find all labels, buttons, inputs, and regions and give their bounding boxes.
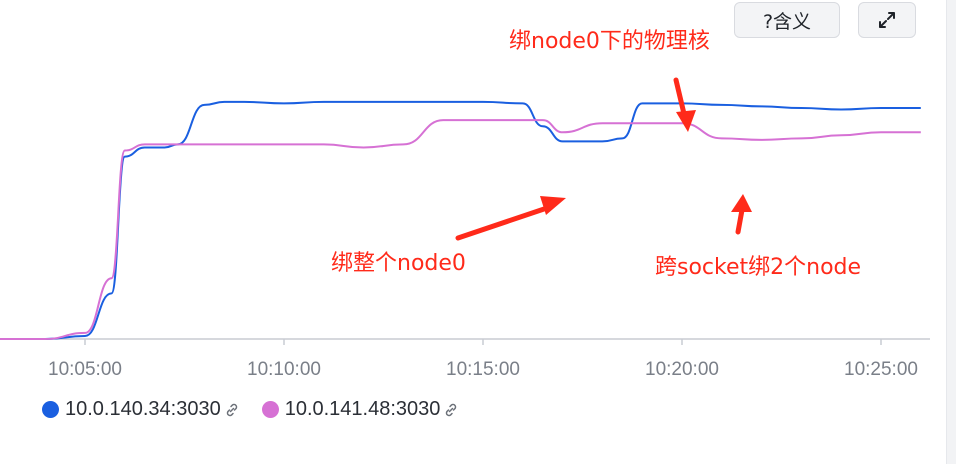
legend-item-series-2[interactable]: 10.0.141.48:3030: [261, 398, 460, 421]
annotation-top: 绑node0下的物理核: [509, 29, 710, 54]
legend-label-series-2: 10.0.141.48:3030: [284, 398, 441, 420]
chart-card: ?含义 10:05:00 10:10:00 10:15:00 10:20:00 10:2…: [0, 0, 947, 464]
arrow-middle-head: [540, 196, 566, 215]
annotation-right: 跨socket绑2个node: [655, 255, 861, 280]
link-icon[interactable]: [443, 402, 459, 418]
legend-dot-series-1: [42, 401, 59, 418]
x-tick-label: 10:05:00: [48, 359, 122, 380]
x-tick-label: 10:10:00: [247, 359, 321, 380]
x-tick-label: 10:25:00: [844, 359, 918, 380]
arrow-right-head: [731, 194, 752, 212]
arrow-right: [735, 207, 745, 235]
annotation-middle: 绑整个node0: [331, 251, 466, 276]
series-line-1[interactable]: [0, 100, 921, 340]
x-axis-ticks: 10:05:00 10:10:00 10:15:00 10:20:00 10:25:00: [48, 339, 918, 380]
series-layer: [0, 100, 921, 340]
series-line-2[interactable]: [0, 119, 921, 340]
arrow-middle: [455, 204, 553, 241]
arrow-top-head: [676, 110, 696, 132]
legend: 10.0.140.34:3030 10.0.141.48:3030: [42, 398, 481, 421]
legend-item-series-1[interactable]: 10.0.140.34:3030: [42, 398, 240, 421]
link-icon[interactable]: [224, 402, 240, 418]
legend-label-series-1: 10.0.140.34:3030: [65, 398, 221, 420]
line-chart: 10:05:00 10:10:00 10:15:00 10:20:00 10:25:00…: [0, 29, 930, 380]
x-tick-label: 10:20:00: [645, 359, 719, 380]
x-tick-label: 10:15:00: [446, 359, 520, 380]
legend-dot-series-2: [261, 401, 279, 418]
